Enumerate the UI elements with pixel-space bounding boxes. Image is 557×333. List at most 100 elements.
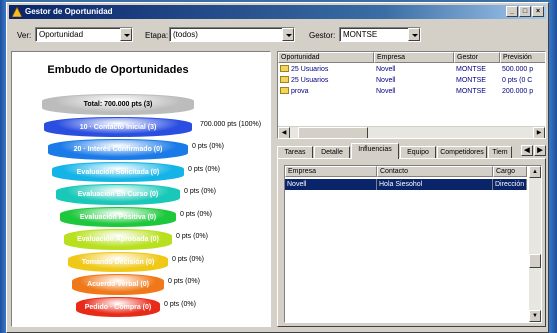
table-cell-text: MONTSE (456, 88, 486, 95)
scroll-thumb[interactable] (298, 127, 368, 138)
table-cell-text: prova (291, 88, 309, 95)
app-icon (12, 7, 22, 17)
scroll-left-icon[interactable]: ◀ (278, 127, 290, 138)
influences-grid: Empresa Contacto Cargo Novell Hola Siesohol… (284, 165, 542, 323)
opportunities-header: Oportunidad Empresa Gestor Previsión (278, 52, 545, 63)
ver-select-value: Oportunidad (39, 30, 84, 39)
table-cell: 200.000 p (500, 86, 545, 97)
gestor-label: Gestor: (309, 31, 336, 40)
table-row[interactable]: 25 Usuarios Novell MONTSE 0 pts (0 C (278, 75, 545, 86)
influences-panel: Empresa Contacto Cargo Novell Hola Siesohol… (277, 158, 546, 327)
table-cell: Novell (374, 86, 454, 97)
table-cell-text: 200.000 p (502, 88, 534, 95)
ver-label: Ver: (17, 31, 32, 40)
etapa-select-value: (todos) (173, 30, 198, 39)
scroll-thumb-vertical[interactable] (529, 254, 541, 268)
tab-scroll-right-icon[interactable]: ▶ (534, 145, 546, 156)
scroll-down-icon[interactable]: ▼ (529, 310, 541, 322)
table-cell: 0 pts (0 C (500, 75, 545, 86)
opportunities-grid: Oportunidad Empresa Gestor Previsión 25 Usu… (277, 51, 546, 139)
table-row-selected[interactable]: Novell Hola Siesohol Dirección (285, 179, 527, 190)
tab-influencias[interactable]: Influencias (351, 143, 399, 159)
horizontal-scrollbar[interactable]: ◀ ▶ (278, 126, 545, 138)
table-cell-text: MONTSE (456, 66, 486, 73)
panel-splitter[interactable] (272, 51, 276, 327)
table-cell-text: 25 Usuarios (291, 77, 329, 84)
chevron-down-icon[interactable] (120, 28, 132, 41)
table-cell: Dirección (493, 179, 527, 190)
table-cell: prova (278, 86, 374, 97)
ver-select[interactable]: Oportunidad (35, 27, 133, 42)
scroll-up-icon[interactable]: ▲ (529, 166, 541, 178)
funnel-stage-label: Evaluación Positiva (0) (79, 213, 157, 221)
table-cell-text: Novell (376, 66, 396, 73)
detail-tabs: ◀ ▶ Tareas Detalle Influencias Equipo Compet… (277, 143, 546, 159)
funnel-stage-label: 10 · Contacto Inicial (3) (79, 123, 157, 131)
column-header[interactable]: Cargo (493, 166, 527, 177)
table-cell: Novell (374, 64, 454, 75)
table-cell: 25 Usuarios (278, 75, 374, 86)
chevron-down-icon[interactable] (408, 28, 420, 41)
column-header[interactable]: Previsión (500, 52, 545, 63)
close-button[interactable]: × (532, 6, 544, 17)
funnel-stage-label: Evaluación Solicitada (0) (76, 168, 160, 176)
funnel-panel: Embudo de Oportunidades Total: 700.000 p… (11, 51, 271, 327)
etapa-select[interactable]: (todos) (169, 27, 295, 42)
funnel-stage-value: 0 pts (0%) (164, 300, 196, 308)
filter-toolbar: Ver: Oportunidad Etapa: (todos) Gestor: … (9, 21, 546, 49)
table-cell: MONTSE (454, 64, 500, 75)
funnel-stage-label: Acuerdo Verbal (0) (87, 281, 149, 288)
gestor-select-value: MONTSE (343, 30, 378, 39)
opportunity-manager-window: Gestor de Oportunidad _ □ × Ver: Oportun… (6, 2, 549, 333)
etapa-label: Etapa: (145, 31, 169, 40)
window-title: Gestor de Oportunidad (25, 7, 113, 16)
table-cell-text: 0 pts (0 C (502, 77, 533, 84)
chevron-down-icon[interactable] (282, 28, 294, 41)
funnel-stage-value: 0 pts (0%) (176, 233, 208, 240)
funnel-stage-label: Tomando Decisión (0) (81, 258, 155, 266)
column-header[interactable]: Gestor (454, 52, 500, 63)
table-cell-text: MONTSE (456, 77, 486, 84)
scroll-right-icon[interactable]: ▶ (533, 127, 545, 138)
minimize-button[interactable]: _ (506, 6, 518, 17)
maximize-button[interactable]: □ (519, 6, 531, 17)
table-cell: Novell (374, 75, 454, 86)
desktop-background-right (549, 0, 557, 333)
column-header[interactable]: Empresa (285, 166, 377, 177)
table-row[interactable]: 25 Usuarios Novell MONTSE 500.000 p (278, 64, 545, 75)
influences-header: Empresa Contacto Cargo (285, 166, 527, 177)
funnel-stage-value: 0 pts (0%) (188, 165, 220, 173)
funnel-stage-label: Evaluación En Curso (0) (77, 191, 159, 198)
folder-icon (280, 76, 289, 83)
title-bar[interactable]: Gestor de Oportunidad _ □ × (9, 5, 546, 19)
table-cell: Hola Siesohol (377, 179, 493, 190)
funnel-title: Embudo de Oportunidades (47, 64, 189, 76)
tab-scroll-left-icon[interactable]: ◀ (521, 145, 533, 156)
table-cell: 25 Usuarios (278, 64, 374, 75)
folder-icon (280, 87, 289, 94)
table-row[interactable]: prova Novell MONTSE 200.000 p (278, 86, 545, 97)
table-cell-text: Novell (376, 88, 396, 95)
column-header[interactable]: Oportunidad (278, 52, 374, 63)
funnel-stage-value: 0 pts (0%) (168, 278, 200, 285)
funnel-stage-value: 0 pts (0%) (192, 143, 224, 150)
funnel-stage-label: Total: 700.000 pts (3) (83, 101, 153, 108)
column-header[interactable]: Contacto (377, 166, 493, 177)
table-cell: Novell (285, 179, 377, 190)
table-cell-text: 500.000 p (502, 66, 534, 73)
vertical-scrollbar[interactable]: ▲ ▼ (529, 166, 541, 322)
folder-icon (280, 65, 289, 72)
table-cell: MONTSE (454, 75, 500, 86)
funnel-stage-value: 0 pts (0%) (172, 255, 204, 263)
table-cell-text: 25 Usuarios (291, 66, 329, 73)
funnel-stage-label: 20 · Interés Confirmado (0) (73, 146, 163, 153)
funnel-stage-value: 0 pts (0%) (180, 210, 212, 218)
table-cell: 500.000 p (500, 64, 545, 75)
table-cell-text: Novell (376, 77, 396, 84)
table-cell: MONTSE (454, 86, 500, 97)
funnel-stage-value: 0 pts (0%) (184, 188, 216, 195)
gestor-select[interactable]: MONTSE (339, 27, 421, 42)
funnel-stage-label: Pedido · Compra (0) (84, 303, 152, 311)
funnel-stage-label: Evaluación Aprobada (0) (77, 236, 159, 243)
column-header[interactable]: Empresa (374, 52, 454, 63)
